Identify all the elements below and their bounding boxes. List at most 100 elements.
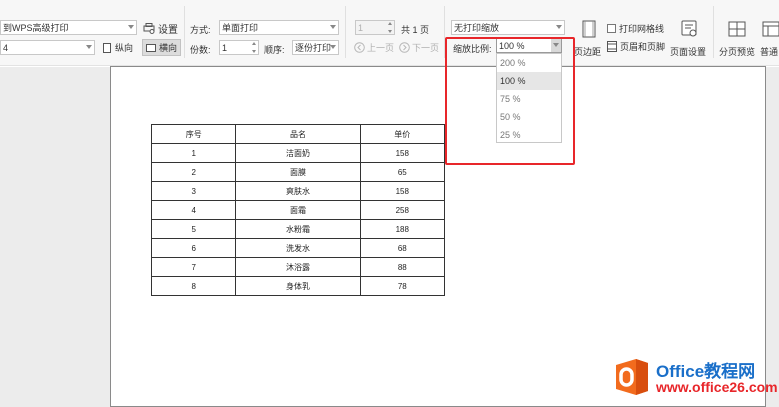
table-cell: 68 xyxy=(359,238,446,258)
table-row: 3 爽肤水 158 xyxy=(150,181,446,201)
table-cell: 78 xyxy=(359,276,446,296)
table-row: 7 沐浴露 88 xyxy=(150,257,446,277)
copies-stepper[interactable]: 1 xyxy=(219,40,259,55)
print-method-value: 单面打印 xyxy=(222,23,259,33)
table-cell: 水粉霜 xyxy=(235,219,361,239)
table-row: 6 洗发水 68 xyxy=(150,238,446,258)
arrow-right-circle-icon xyxy=(399,42,410,53)
chevron-down-icon xyxy=(556,25,562,29)
normal-view-button[interactable]: 普通 xyxy=(759,18,779,58)
total-pages-label: 共 1 页 xyxy=(401,25,430,35)
table-cell: 沐浴露 xyxy=(235,257,361,277)
portrait-page-icon xyxy=(103,42,111,53)
margins-label: 页边距 xyxy=(574,47,602,57)
settings-button[interactable]: 设置 xyxy=(143,21,178,36)
table-cell: 4 xyxy=(150,200,237,220)
page-number-value: 1 xyxy=(358,22,364,33)
page-setup-button[interactable]: 页面设置 xyxy=(670,18,710,58)
column-header-index: 序号 xyxy=(150,124,237,144)
toolbar-divider xyxy=(345,6,346,58)
toolbar-divider xyxy=(184,6,185,58)
print-method-label: 方式: xyxy=(190,25,211,35)
table-cell: 88 xyxy=(359,257,446,277)
page-break-preview-icon xyxy=(728,21,746,37)
table-cell: 身体乳 xyxy=(235,276,361,296)
print-method-select[interactable]: 单面打印 xyxy=(219,20,339,35)
margins-icon xyxy=(582,20,596,38)
scale-mode-value: 无打印缩放 xyxy=(454,23,500,33)
table-cell: 5 xyxy=(150,219,237,239)
annotation-highlight-box xyxy=(445,37,575,165)
toolbar-divider xyxy=(713,6,714,58)
print-order-select[interactable]: 逐份打印 xyxy=(292,40,339,55)
table-row: 2 面膜 65 xyxy=(150,162,446,182)
table-cell: 3 xyxy=(150,181,237,201)
checkbox-icon xyxy=(607,24,616,33)
printer-select[interactable]: 到WPS高级打印 xyxy=(0,20,137,35)
chevron-down-icon xyxy=(86,45,92,49)
chevron-down-icon xyxy=(128,25,134,29)
scale-mode-select[interactable]: 无打印缩放 xyxy=(451,20,565,35)
prev-page-button[interactable]: 上一页 xyxy=(354,41,394,54)
table-cell: 258 xyxy=(359,200,446,220)
next-page-button[interactable]: 下一页 xyxy=(399,41,439,54)
page-number-stepper[interactable]: 1 xyxy=(355,20,395,35)
watermark: Office教程网 www.office26.com xyxy=(612,355,778,401)
column-header-name: 品名 xyxy=(235,124,361,144)
print-gridlines-label: 打印网格线 xyxy=(619,24,665,34)
print-order-label: 顺序: xyxy=(264,45,285,55)
landscape-page-icon xyxy=(146,43,156,52)
table-row: 4 面霜 258 xyxy=(150,200,446,220)
landscape-label: 横向 xyxy=(159,43,178,53)
table-cell: 面霜 xyxy=(235,200,361,220)
landscape-button[interactable]: 横向 xyxy=(142,39,182,56)
table-cell: 面膜 xyxy=(235,162,361,182)
settings-label: 设置 xyxy=(158,25,178,36)
table-cell: 2 xyxy=(150,162,237,182)
product-table: 序号 品名 单价 1 洁面奶 158 2 面膜 65 3 爽肤水 158 4 面霜 258 5水… xyxy=(150,124,446,296)
chevron-down-icon xyxy=(330,25,336,29)
table-cell: 6 xyxy=(150,238,237,258)
next-page-label: 下一页 xyxy=(412,43,440,53)
paper-size-value: 4 xyxy=(3,42,9,53)
page-break-preview-button[interactable]: 分页预览 xyxy=(717,18,757,58)
table-cell: 8 xyxy=(150,276,237,296)
normal-view-icon xyxy=(762,21,779,37)
page-setup-icon xyxy=(681,20,697,37)
table-cell: 158 xyxy=(359,143,446,163)
table-cell: 188 xyxy=(359,219,446,239)
normal-view-label: 普通 xyxy=(760,47,779,57)
header-footer-button[interactable]: 页眉和页脚 xyxy=(607,40,665,53)
printer-select-value: 到WPS高级打印 xyxy=(3,23,69,33)
page-break-preview-label: 分页预览 xyxy=(719,47,756,57)
print-order-value: 逐份打印 xyxy=(295,43,332,53)
table-row: 5 水粉霜 188 xyxy=(150,219,446,239)
prev-page-label: 上一页 xyxy=(367,43,395,53)
table-row: 8 身体乳 78 xyxy=(150,276,446,296)
portrait-label: 纵向 xyxy=(115,43,134,53)
print-preview-toolbar: 到WPS高级打印 设置 4 纵向 横向 方式: 单面打印 份数: 1 顺序: 逐… xyxy=(0,0,779,66)
margins-button[interactable]: 页边距 xyxy=(574,18,602,58)
table-cell: 洗发水 xyxy=(235,238,361,258)
portrait-button[interactable]: 纵向 xyxy=(103,41,133,54)
column-header-price: 单价 xyxy=(359,124,446,144)
stepper-arrows-icon[interactable] xyxy=(251,42,257,53)
table-row: 1 洁面奶 158 xyxy=(150,143,446,163)
chevron-down-icon xyxy=(330,45,336,49)
page-setup-label: 页面设置 xyxy=(670,47,707,57)
table-cell: 爽肤水 xyxy=(235,181,361,201)
table-cell: 1 xyxy=(150,143,237,163)
table-cell: 158 xyxy=(359,181,446,201)
table-cell: 7 xyxy=(150,257,237,277)
copies-label: 份数: xyxy=(190,45,211,55)
paper-size-select[interactable]: 4 xyxy=(0,40,95,55)
header-footer-icon xyxy=(607,41,617,52)
stepper-arrows-icon[interactable] xyxy=(387,22,393,33)
printer-settings-icon xyxy=(143,23,155,34)
copies-value: 1 xyxy=(222,42,228,53)
print-gridlines-checkbox[interactable]: 打印网格线 xyxy=(607,22,664,35)
table-header-row: 序号 品名 单价 xyxy=(150,124,446,144)
table-cell: 65 xyxy=(359,162,446,182)
watermark-url: www.office26.com xyxy=(656,379,778,395)
table-cell: 洁面奶 xyxy=(235,143,361,163)
